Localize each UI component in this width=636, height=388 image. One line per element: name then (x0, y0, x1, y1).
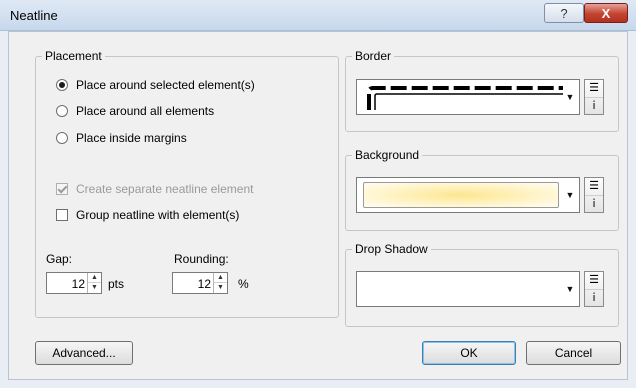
radio-inside-margins[interactable]: Place inside margins (56, 131, 187, 145)
radio-button[interactable] (56, 105, 68, 117)
radio-button[interactable] (56, 132, 68, 144)
checkbox-group-with[interactable]: Group neatline with element(s) (56, 208, 239, 222)
info-icon[interactable]: ⅰ (585, 290, 603, 307)
placement-group: Placement Place around selected element(… (35, 49, 339, 318)
window-title: Neatline (10, 8, 58, 23)
border-group: Border ▼ ☰ ⅰ (345, 49, 619, 132)
drop-shadow-combo[interactable]: ▼ (356, 271, 580, 307)
checkbox[interactable] (56, 209, 68, 221)
checkbox-label: Create separate neatline element (76, 182, 254, 196)
gap-stepper[interactable]: 12 ▲ ▼ (46, 272, 102, 294)
list-icon[interactable]: ☰ (585, 178, 603, 196)
chevron-down-icon[interactable]: ▼ (561, 178, 579, 212)
gap-unit: pts (108, 277, 125, 291)
background-group: Background ▼ ☰ ⅰ (345, 148, 619, 231)
rounding-value: 12 (197, 277, 211, 291)
dialog-body: Placement Place around selected element(… (8, 31, 628, 380)
radio-label: Place around all elements (76, 104, 215, 118)
background-legend: Background (352, 148, 423, 162)
radio-label: Place inside margins (76, 131, 187, 145)
border-tools[interactable]: ☰ ⅰ (584, 79, 604, 115)
radio-around-selected[interactable]: Place around selected element(s) (56, 78, 255, 92)
close-icon: X (601, 6, 611, 21)
rounding-unit: % (238, 277, 249, 291)
border-combo[interactable]: ▼ (356, 79, 580, 115)
drop-shadow-legend: Drop Shadow (352, 242, 431, 256)
border-preview (367, 86, 563, 110)
stepper-up-icon[interactable]: ▲ (214, 273, 227, 283)
info-icon[interactable]: ⅰ (585, 98, 603, 115)
rounding-stepper-arrows[interactable]: ▲ ▼ (213, 273, 227, 293)
drop-shadow-group: Drop Shadow ▼ ☰ ⅰ (345, 242, 619, 327)
list-icon[interactable]: ☰ (585, 272, 603, 290)
info-icon[interactable]: ⅰ (585, 196, 603, 213)
drop-shadow-tools[interactable]: ☰ ⅰ (584, 271, 604, 307)
advanced-button[interactable]: Advanced... (35, 341, 133, 365)
stepper-down-icon[interactable]: ▼ (88, 283, 101, 293)
radio-label: Place around selected element(s) (76, 78, 255, 92)
list-icon[interactable]: ☰ (585, 80, 603, 98)
checkbox-label: Group neatline with element(s) (76, 208, 240, 222)
chevron-down-icon[interactable]: ▼ (561, 80, 579, 114)
rounding-label: Rounding: (174, 252, 229, 266)
ok-button[interactable]: OK (422, 341, 516, 365)
stepper-down-icon[interactable]: ▼ (214, 283, 227, 293)
radio-around-all[interactable]: Place around all elements (56, 104, 214, 118)
checkbox-create-separate[interactable]: Create separate neatline element (56, 182, 253, 196)
help-button[interactable]: ? (544, 3, 584, 23)
title-bar[interactable]: Neatline ? X (0, 0, 636, 31)
close-button[interactable]: X (584, 3, 628, 23)
background-tools[interactable]: ☰ ⅰ (584, 177, 604, 213)
gap-label: Gap: (46, 252, 73, 266)
border-legend: Border (352, 49, 395, 63)
neatline-dialog: Neatline ? X Placement Place around sele… (0, 0, 636, 388)
rounding-stepper[interactable]: 12 ▲ ▼ (172, 272, 228, 294)
checkbox[interactable] (56, 183, 68, 195)
gap-stepper-arrows[interactable]: ▲ ▼ (87, 273, 101, 293)
gap-value: 12 (71, 277, 85, 291)
cancel-button[interactable]: Cancel (526, 341, 621, 365)
placement-legend: Placement (42, 49, 105, 63)
chevron-down-icon[interactable]: ▼ (561, 272, 579, 306)
stepper-up-icon[interactable]: ▲ (88, 273, 101, 283)
background-preview (363, 182, 559, 208)
help-icon: ? (560, 6, 568, 21)
radio-button[interactable] (56, 79, 68, 91)
background-combo[interactable]: ▼ (356, 177, 580, 213)
